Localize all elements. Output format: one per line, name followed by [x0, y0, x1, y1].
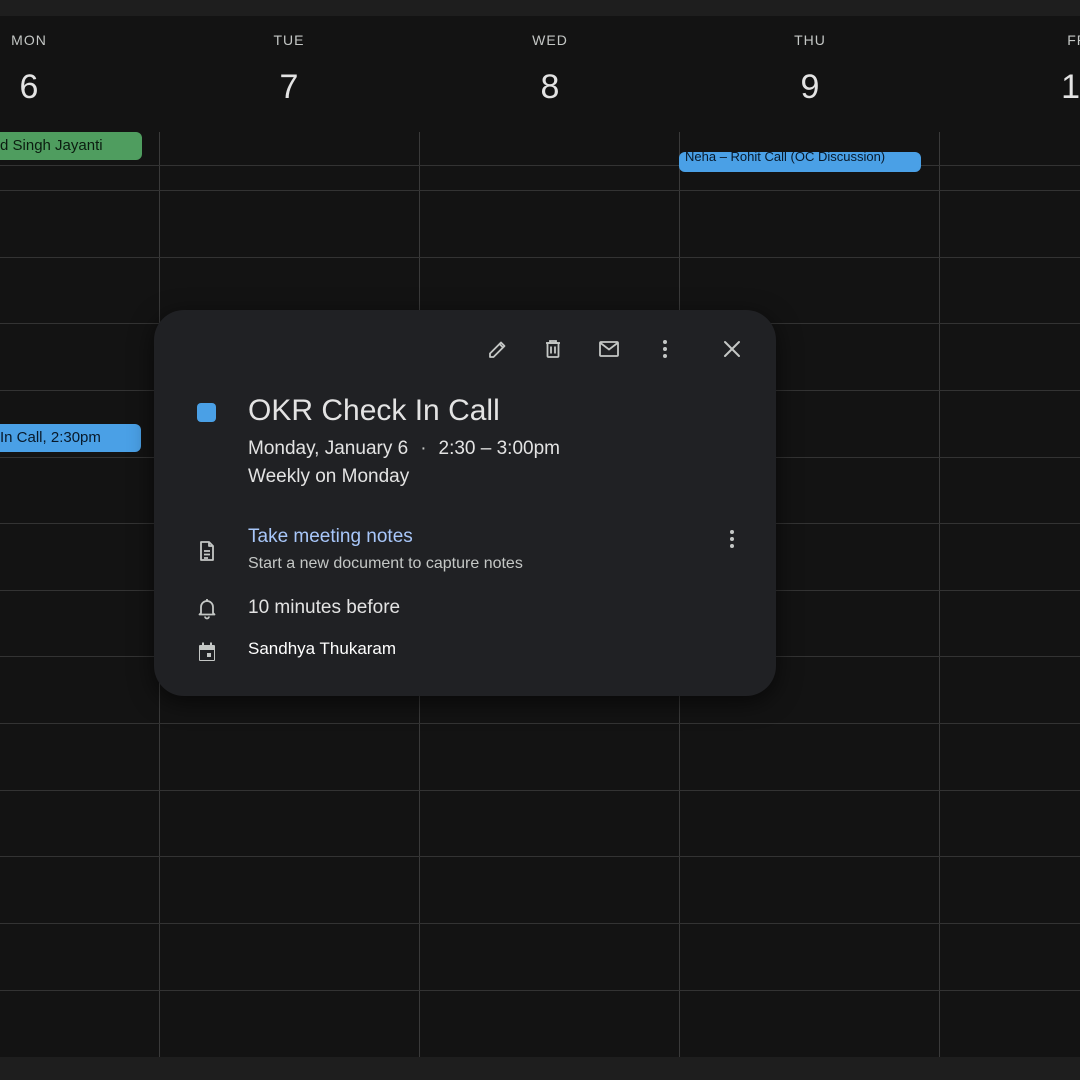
event-chip-okr[interactable]: In Call, 2:30pm [0, 424, 141, 452]
close-icon [724, 341, 740, 357]
bell-icon [198, 599, 216, 620]
event-color-indicator [197, 403, 216, 422]
event-title: d Singh Jayanti [0, 137, 103, 154]
event-datetime: Monday, January 6 · 2:30 – 3:00pm [248, 438, 560, 460]
calendar-row-icon [194, 639, 220, 665]
day-number[interactable]: 9 [751, 68, 869, 107]
hour-line [0, 990, 1080, 991]
day-number[interactable]: 7 [230, 68, 348, 107]
event-recurrence: Weekly on Monday [248, 466, 410, 487]
day-name: WED [532, 32, 568, 48]
more-vert-icon [663, 340, 667, 358]
edit-event-button[interactable] [483, 334, 513, 364]
trash-icon [546, 340, 560, 358]
hour-line [0, 790, 1080, 791]
day-name: MON [11, 32, 47, 48]
notes-more-button[interactable] [717, 524, 747, 554]
event-chip-holiday[interactable]: d Singh Jayanti [0, 132, 142, 160]
pencil-icon [489, 341, 506, 358]
reminder-row-icon [194, 595, 220, 621]
day-number[interactable]: 10 [1021, 68, 1080, 107]
notes-row-icon [194, 538, 220, 564]
day-name: TUE [273, 32, 305, 48]
event-title: Neha – Rohit Call (OC Discussion) [685, 152, 886, 164]
reminder-text: 10 minutes before [248, 597, 401, 618]
delete-event-button[interactable] [538, 334, 568, 364]
separator-dot: · [420, 438, 427, 459]
more-options-button[interactable] [650, 334, 680, 364]
more-vert-icon [730, 530, 734, 548]
calendar-icon [199, 642, 215, 661]
close-popup-button[interactable] [717, 334, 747, 364]
notes-description: Start a new document to capture notes [248, 555, 523, 572]
hour-line [0, 923, 1080, 924]
event-date: Monday, January 6 [248, 438, 409, 459]
day-number[interactable]: 8 [491, 68, 609, 107]
event-title: In Call, [0, 429, 47, 446]
document-icon [200, 541, 214, 561]
calendar-owner: Sandhya Thukaram [248, 639, 397, 658]
hour-line [0, 723, 1080, 724]
take-meeting-notes-link[interactable]: Take meeting notes [248, 526, 413, 548]
top-bar [0, 0, 1080, 16]
hour-line [0, 856, 1080, 857]
day-name: THU [794, 32, 826, 48]
hour-line [0, 257, 1080, 258]
mail-icon [599, 341, 619, 357]
event-time: 2:30pm [46, 429, 101, 446]
day-number[interactable]: 6 [0, 68, 88, 107]
email-guests-button[interactable] [594, 334, 624, 364]
column-divider [939, 132, 940, 1057]
hour-line [0, 190, 1080, 191]
bottom-bar [0, 1057, 1080, 1080]
event-time: 2:30 – 3:00pm [438, 438, 560, 459]
event-title: OKR Check In Call [248, 394, 500, 427]
event-chip-thu[interactable]: Neha – Rohit Call (OC Discussion) [679, 152, 921, 172]
event-detail-popup: OKR Check In Call Monday, January 6 · 2:30… [154, 310, 776, 696]
day-name: FRI [1067, 32, 1080, 48]
